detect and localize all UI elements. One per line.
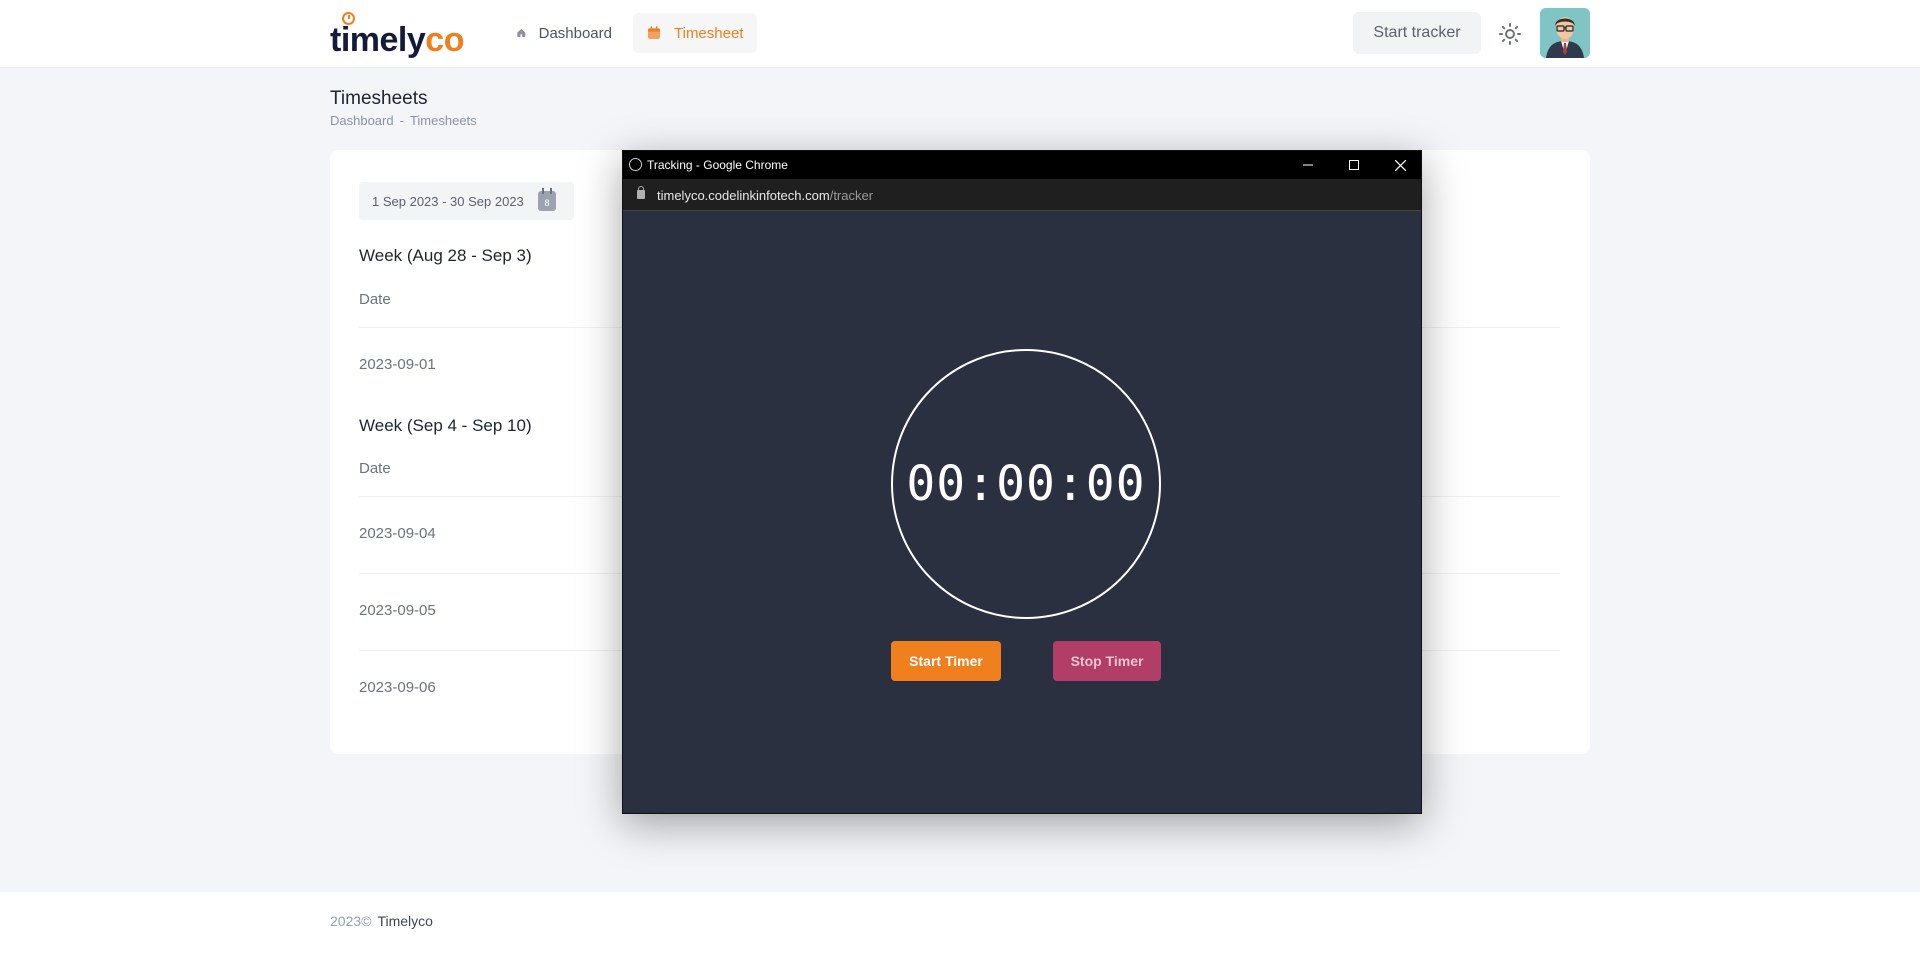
week-title: Week (Aug 28 - Sep 3) [359,246,532,265]
logo-text: timelyco [330,21,464,59]
start-tracker-button[interactable]: Start tracker [1353,12,1481,54]
date-range-value: 1 Sep 2023 - 30 Sep 2023 [372,193,524,209]
footer-copyright: 2023© Timelyco [330,913,433,929]
url-path: /tracker [829,188,874,203]
globe-icon [629,158,642,171]
tracker-popup-window: Tracking - Google Chrome timelyco.codeli… [622,150,1422,814]
week-title: Week (Sep 4 - Sep 10) [359,416,532,435]
timelyco-logo[interactable]: timelyco [330,12,464,59]
popup-url-bar: timelyco.codelinkinfotech.com/tracker [623,179,1421,211]
avatar-illustration [1540,8,1590,58]
footer: 2023© Timelyco [0,892,1920,953]
user-avatar[interactable] [1540,8,1590,58]
theme-toggle-button[interactable] [1498,22,1522,46]
popup-url: timelyco.codelinkinfotech.com/tracker [657,188,873,203]
minimize-icon [1303,164,1313,166]
timer-display: 00:00:00 [906,456,1146,512]
maximize-button[interactable] [1331,151,1377,179]
footer-brand-link[interactable]: Timelyco [377,913,433,929]
date-range-picker[interactable]: 1 Sep 2023 - 30 Sep 2023 8 [359,182,574,220]
date-cell: 2023-09-01 [359,356,436,373]
page-title: Timesheets [330,88,428,109]
start-timer-button[interactable]: Start Timer [891,641,1001,681]
breadcrumb-timesheets: Timesheets [409,113,477,128]
popup-titlebar[interactable]: Tracking - Google Chrome [623,151,1421,179]
breadcrumb-dashboard[interactable]: Dashboard [330,113,394,128]
nav-dashboard-label: Dashboard [538,24,612,42]
date-cell: 2023-09-05 [359,602,436,619]
breadcrumb-separator: - [399,113,404,128]
calendar-icon [648,26,660,39]
home-icon [517,29,526,37]
close-icon [1394,159,1406,171]
footer-year: 2023© [330,913,372,929]
sun-icon [1499,23,1521,45]
top-navbar: timelyco Dashboard Timesheet Start track… [0,0,1920,68]
minimize-button[interactable] [1285,151,1331,179]
close-button[interactable] [1377,151,1423,179]
url-host: timelyco.codelinkinfotech.com [657,188,830,203]
timer-circle: 00:00:00 [891,349,1161,619]
maximize-icon [1349,160,1359,170]
column-header-date: Date [359,291,391,308]
column-header-date: Date [359,460,391,477]
breadcrumb: Dashboard - Timesheets [330,113,477,128]
lock-icon [637,186,645,199]
calendar-icon: 8 [538,188,556,211]
popup-window-title: Tracking - Google Chrome [647,158,788,172]
stop-timer-button[interactable]: Stop Timer [1053,641,1161,681]
date-cell: 2023-09-06 [359,679,436,696]
nav-timesheet-label: Timesheet [674,24,744,42]
nav-timesheet[interactable]: Timesheet [633,13,757,53]
date-cell: 2023-09-04 [359,525,436,542]
nav-dashboard[interactable]: Dashboard [503,13,625,53]
